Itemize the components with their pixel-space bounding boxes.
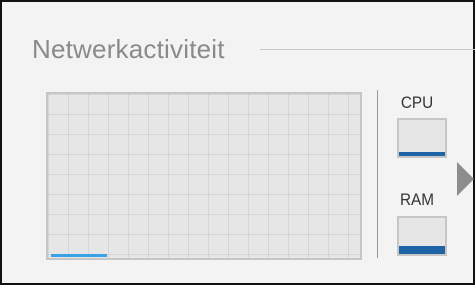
cpu-meter[interactable]: [397, 118, 447, 158]
chevron-right-icon[interactable]: [457, 162, 474, 196]
ram-meter-fill: [399, 246, 445, 254]
network-activity-panel: Netwerkactiviteit CPU RAM: [0, 0, 475, 285]
ram-meter[interactable]: [397, 216, 447, 256]
cpu-label: CPU: [400, 93, 434, 112]
cpu-meter-fill: [399, 152, 445, 156]
panel-title: Netwerkactiviteit: [32, 34, 225, 64]
network-activity-line: [51, 254, 108, 257]
vertical-divider: [377, 90, 378, 258]
ram-label: RAM: [399, 190, 435, 209]
network-activity-graph: [46, 92, 362, 260]
title-divider: [260, 49, 475, 50]
